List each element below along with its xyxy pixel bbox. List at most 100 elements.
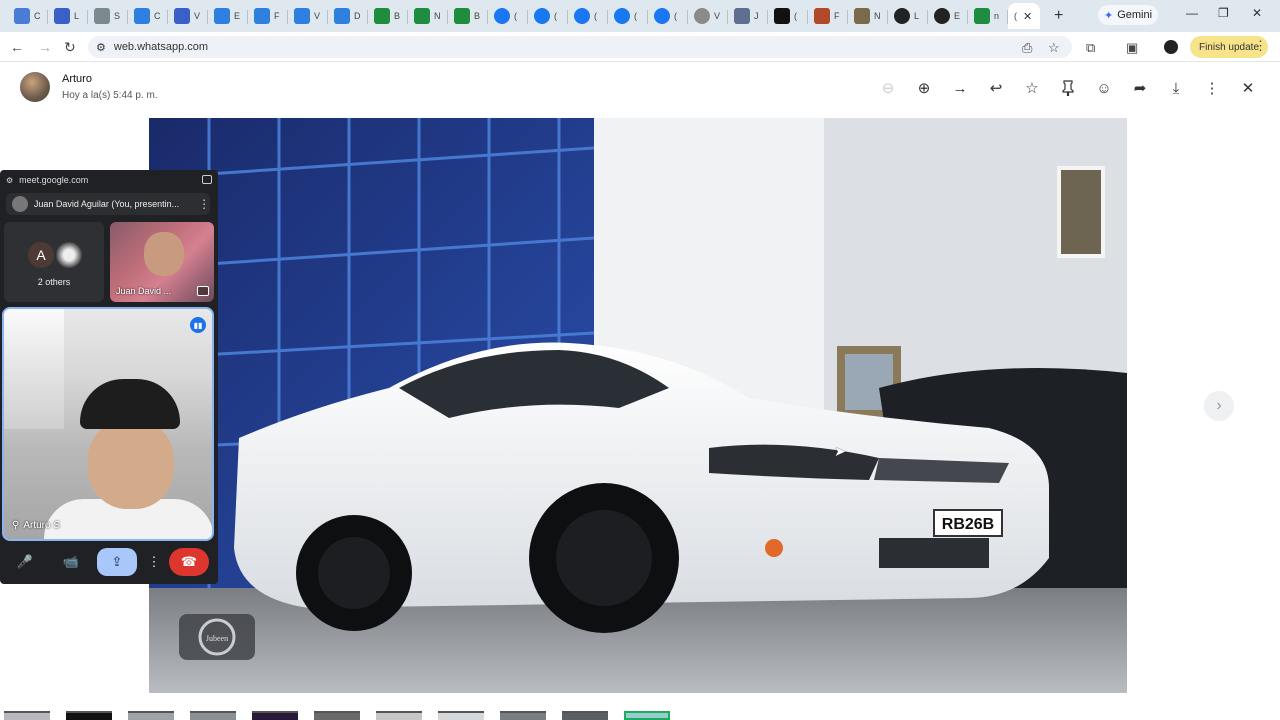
browser-tab[interactable]: V [688, 3, 728, 29]
browser-tab[interactable]: F [808, 3, 848, 29]
url-text: web.whatsapp.com [113, 41, 209, 53]
minimize-window-button[interactable]: — [1186, 6, 1198, 20]
browser-tab[interactable]: C [8, 3, 48, 29]
speaking-indicator-icon: ▮▮ [190, 317, 206, 333]
thumbnail[interactable] [66, 711, 112, 720]
side-panel-icon[interactable]: ▣ [1126, 40, 1138, 56]
profile-avatar[interactable] [1164, 40, 1178, 54]
browser-tab[interactable]: E [208, 3, 248, 29]
juan-video-tile[interactable]: Juan David ... [110, 222, 214, 302]
more-options-icon[interactable]: ⋮ [1202, 78, 1222, 98]
watermark-text: Jubeen [206, 634, 228, 643]
juan-tile-label: Juan David ... [116, 286, 172, 296]
browser-tab[interactable]: n [968, 3, 1008, 29]
presenter-more-icon[interactable]: ⋮ [198, 197, 210, 211]
browser-tab[interactable]: L [48, 3, 88, 29]
thumbnail[interactable] [438, 711, 484, 720]
forward-arrow-icon[interactable]: → [38, 39, 52, 55]
restore-window-button[interactable]: ❐ [1218, 6, 1229, 20]
meet-url: meet.google.com [19, 175, 89, 185]
participant-avatar [54, 240, 84, 270]
browser-tab[interactable]: B [368, 3, 408, 29]
close-window-button[interactable]: ✕ [1252, 6, 1262, 20]
thumbnail[interactable] [4, 711, 50, 720]
x-icon [774, 8, 790, 24]
presenter-avatar [12, 196, 28, 212]
hang-up-icon[interactable]: ☎ [169, 548, 209, 576]
tab-title: E [954, 11, 961, 21]
close-tab-icon[interactable]: ✕ [1023, 10, 1032, 23]
thumbnail[interactable] [562, 711, 608, 720]
others-tile[interactable]: A 2 others [4, 222, 104, 302]
browser-tab[interactable]: ( [608, 3, 648, 29]
browser-toolbar: ← → ↻ ⚙ web.whatsapp.com ⎙ ☆ ⧉ ▣ [0, 32, 1280, 62]
thumbnail-selected[interactable] [624, 711, 670, 720]
browser-tab[interactable]: F [248, 3, 288, 29]
media-thumbnail-strip [0, 711, 1280, 720]
browser-menu-icon[interactable]: ⋮ [1254, 38, 1267, 54]
tab-title: ( [594, 11, 597, 21]
browser-tab[interactable]: ( [528, 3, 568, 29]
address-bar[interactable]: ⚙ web.whatsapp.com [88, 36, 1072, 58]
reply-icon[interactable]: ↩ [986, 78, 1006, 98]
cloud-icon [214, 8, 230, 24]
browser-tab[interactable]: V [288, 3, 328, 29]
download-icon[interactable]: ⤓ [1166, 78, 1186, 98]
browser-tab[interactable]: J [728, 3, 768, 29]
close-viewer-icon[interactable]: ✕ [1238, 78, 1258, 98]
tab-title: B [394, 11, 401, 21]
self-video-face [88, 419, 174, 509]
install-app-icon[interactable]: ⎙ [1022, 40, 1032, 56]
tab-title: D [354, 11, 361, 21]
bookmark-star-icon[interactable]: ☆ [1048, 40, 1060, 56]
star-icon[interactable]: ☆ [1022, 78, 1042, 98]
tab-title: L [914, 11, 920, 21]
extensions-icon[interactable]: ⧉ [1086, 40, 1095, 56]
browser-tab[interactable]: B [448, 3, 488, 29]
browser-tab[interactable]: V [168, 3, 208, 29]
gemini-button[interactable]: ✦ Gemini [1098, 5, 1158, 25]
thumbnail[interactable] [252, 711, 298, 720]
browser-tab[interactable]: ( [648, 3, 688, 29]
browser-tab[interactable]: E [928, 3, 968, 29]
reload-icon[interactable]: ↻ [64, 39, 76, 56]
thumbnail[interactable] [190, 711, 236, 720]
sender-timestamp: Hoy a la(s) 5:44 p. m. [62, 90, 158, 101]
browser-tab[interactable]: ( [568, 3, 608, 29]
site-info-icon[interactable]: ⚙ [96, 41, 106, 54]
browser-tab[interactable]: N [408, 3, 448, 29]
sheet-icon [374, 8, 390, 24]
self-video-tile[interactable]: ▮▮ ⚲ Arturo S [2, 307, 214, 541]
facebook-icon [654, 8, 670, 24]
back-to-tab-icon[interactable] [202, 175, 212, 184]
present-screen-icon[interactable]: ⇪ [97, 548, 137, 576]
back-arrow-icon[interactable]: ← [10, 39, 24, 55]
thumbnail[interactable] [128, 711, 174, 720]
new-tab-icon[interactable]: + [1054, 7, 1063, 25]
browser-tab[interactable]: L [888, 3, 928, 29]
emoji-icon[interactable]: ☺ [1094, 78, 1114, 98]
thumbnail[interactable] [500, 711, 546, 720]
facebook-icon [574, 8, 590, 24]
zoom-out-icon[interactable]: ⊖ [878, 78, 898, 98]
more-options-icon[interactable]: ⋮ [140, 548, 168, 576]
pin-icon[interactable] [1058, 78, 1078, 98]
browser-tab[interactable]: N [848, 3, 888, 29]
thumbnail[interactable] [314, 711, 360, 720]
next-media-button[interactable]: › [1204, 391, 1234, 421]
browser-tab[interactable]: ( [768, 3, 808, 29]
browser-tab[interactable]: ( [488, 3, 528, 29]
forward-icon[interactable]: ➦ [1130, 78, 1150, 98]
thumbnail[interactable] [376, 711, 422, 720]
browser-tab[interactable]: C [128, 3, 168, 29]
browser-tab[interactable]: S [88, 3, 128, 29]
media-photo[interactable]: RB26B Jubeen [149, 118, 1127, 693]
camera-icon[interactable]: 📹 [57, 548, 85, 576]
go-to-message-icon[interactable]: → [950, 78, 970, 98]
sender-avatar[interactable] [20, 72, 50, 102]
zoom-in-icon[interactable]: ⊕ [914, 78, 934, 98]
browser-tab-active[interactable]: (✕ [1008, 3, 1040, 29]
browser-tab[interactable]: D [328, 3, 368, 29]
microphone-icon[interactable]: 🎤 [11, 548, 39, 576]
pin-icon [94, 8, 110, 24]
